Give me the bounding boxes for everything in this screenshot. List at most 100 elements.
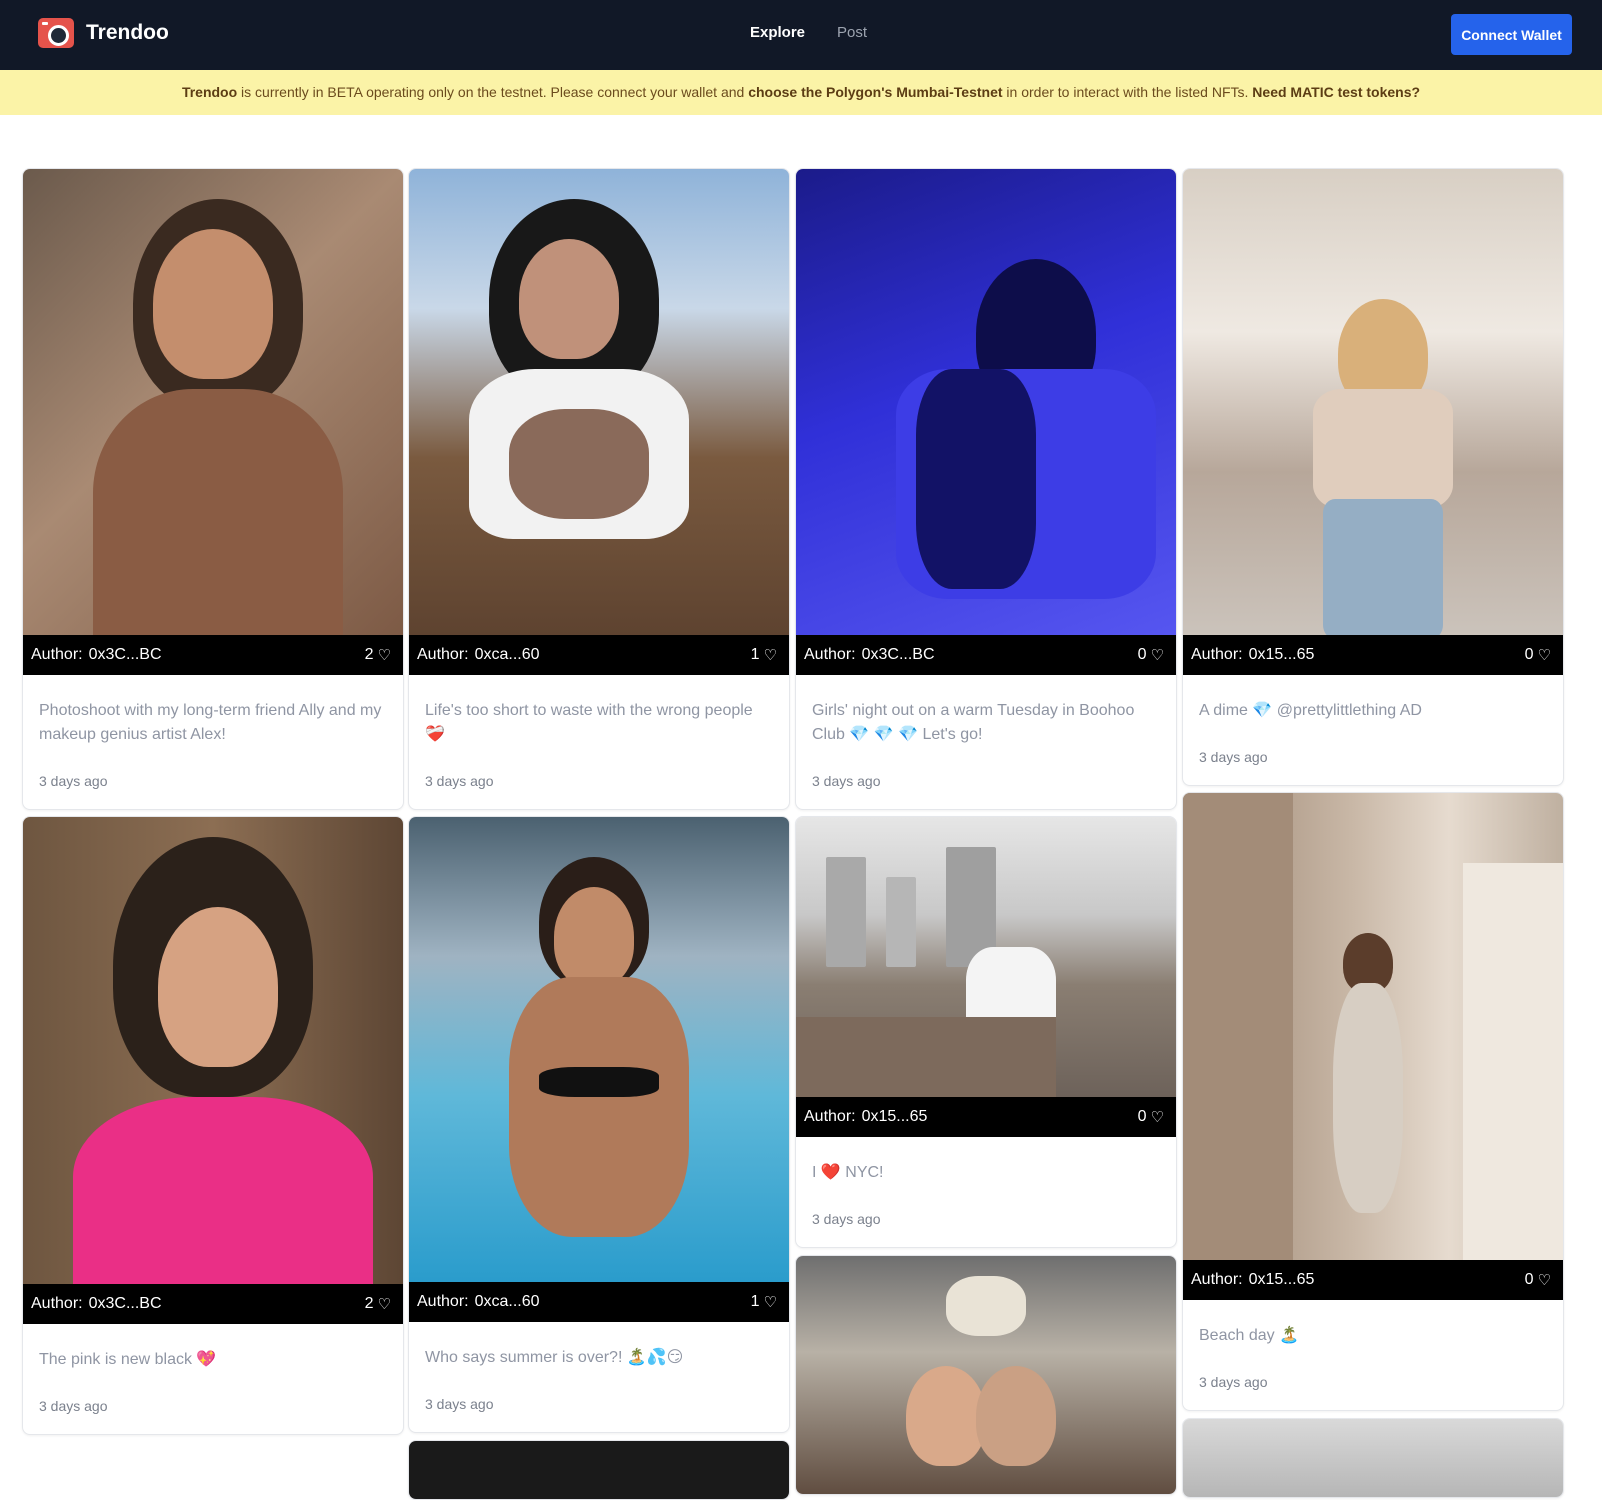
post-author[interactable]: Author: 0x15...65 bbox=[1191, 646, 1314, 664]
post-body: I ❤️ NYC! 3 days ago bbox=[796, 1137, 1176, 1247]
post-image[interactable] bbox=[23, 817, 403, 1284]
post-card[interactable]: Author: 0x3C...BC 2 ♡ Photoshoot with my l… bbox=[22, 168, 404, 810]
post-image[interactable] bbox=[23, 169, 403, 635]
like-button[interactable]: 0 ♡ bbox=[1138, 1108, 1164, 1126]
camera-logo-icon bbox=[38, 18, 74, 48]
post-card[interactable]: Author: 0x15...65 0 ♡ A dime 💎 @prettylitt… bbox=[1182, 168, 1564, 786]
post-card[interactable]: Author: 0xca...60 1 ♡ Life's too short to … bbox=[408, 168, 790, 810]
post-timestamp: 3 days ago bbox=[39, 773, 108, 789]
connect-wallet-button[interactable]: Connect Wallet bbox=[1451, 14, 1572, 55]
banner-text-1: is currently in BETA operating only on t… bbox=[237, 84, 749, 100]
like-count: 2 bbox=[364, 1295, 374, 1312]
nav-link-post[interactable]: Post bbox=[837, 24, 867, 41]
post-card[interactable] bbox=[408, 1440, 790, 1500]
brand[interactable]: Trendoo bbox=[38, 18, 169, 48]
author-label: Author: bbox=[1191, 646, 1243, 663]
post-image[interactable] bbox=[1183, 793, 1563, 1260]
author-address: 0x15...65 bbox=[1248, 646, 1315, 663]
post-body: The pink is new black 💖 3 days ago bbox=[23, 1324, 403, 1434]
post-body: Life's too short to waste with the wrong… bbox=[409, 675, 789, 809]
like-button[interactable]: 0 ♡ bbox=[1525, 646, 1551, 664]
like-button[interactable]: 2 ♡ bbox=[365, 1295, 391, 1313]
post-author[interactable]: Author: 0xca...60 bbox=[417, 646, 540, 664]
top-navbar: Trendoo Explore Post Connect Wallet bbox=[0, 0, 1602, 70]
matic-tokens-link[interactable]: Need MATIC test tokens? bbox=[1252, 84, 1420, 100]
brand-name: Trendoo bbox=[86, 21, 169, 44]
post-author[interactable]: Author: 0x3C...BC bbox=[31, 1295, 162, 1313]
like-button[interactable]: 0 ♡ bbox=[1525, 1271, 1551, 1289]
post-description: A dime 💎 @prettylittlething AD bbox=[1199, 702, 1422, 719]
post-meta-bar: Author: 0x15...65 0 ♡ bbox=[1183, 1260, 1563, 1300]
post-timestamp: 3 days ago bbox=[1199, 749, 1268, 765]
post-author[interactable]: Author: 0x15...65 bbox=[1191, 1271, 1314, 1289]
post-timestamp: 3 days ago bbox=[812, 1211, 881, 1227]
like-button[interactable]: 1 ♡ bbox=[751, 1293, 777, 1311]
post-body: A dime 💎 @prettylittlething AD 3 days ag… bbox=[1183, 675, 1563, 785]
post-image[interactable] bbox=[409, 817, 789, 1282]
banner-text-2: in order to interact with the listed NFT… bbox=[1002, 84, 1253, 100]
author-label: Author: bbox=[417, 646, 469, 663]
post-card[interactable]: Author: 0x15...65 0 ♡ Beach day 🏝️ 3 days … bbox=[1182, 792, 1564, 1411]
heart-icon: ♡ bbox=[763, 1294, 777, 1311]
post-meta-bar: Author: 0x3C...BC 2 ♡ bbox=[23, 1284, 403, 1324]
post-card[interactable]: Author: 0x15...65 0 ♡ I ❤️ NYC! 3 days ago bbox=[795, 816, 1177, 1248]
like-button[interactable]: 1 ♡ bbox=[751, 646, 777, 664]
like-count: 0 bbox=[1137, 646, 1147, 663]
post-card[interactable] bbox=[1182, 1418, 1564, 1498]
post-body: Girls' night out on a warm Tuesday in Bo… bbox=[796, 675, 1176, 809]
post-timestamp: 3 days ago bbox=[425, 1396, 494, 1412]
like-count: 1 bbox=[750, 646, 760, 663]
post-meta-bar: Author: 0x3C...BC 2 ♡ bbox=[23, 635, 403, 675]
author-label: Author: bbox=[804, 1108, 856, 1125]
author-label: Author: bbox=[417, 1293, 469, 1310]
nav-links: Explore Post bbox=[750, 24, 867, 41]
post-timestamp: 3 days ago bbox=[39, 1398, 108, 1414]
post-description: Photoshoot with my long-term friend Ally… bbox=[39, 702, 382, 743]
post-card[interactable]: Author: 0xca...60 1 ♡ Who says summer is o… bbox=[408, 816, 790, 1433]
heart-icon: ♡ bbox=[1150, 1109, 1164, 1126]
banner-network-instruction: choose the Polygon's Mumbai-Testnet bbox=[748, 84, 1003, 100]
post-author[interactable]: Author: 0x3C...BC bbox=[804, 646, 935, 664]
heart-icon: ♡ bbox=[1537, 647, 1551, 664]
post-meta-bar: Author: 0xca...60 1 ♡ bbox=[409, 1282, 789, 1322]
post-card[interactable] bbox=[795, 1255, 1177, 1495]
post-timestamp: 3 days ago bbox=[425, 773, 494, 789]
nav-link-explore[interactable]: Explore bbox=[750, 24, 805, 41]
author-address: 0x15...65 bbox=[1248, 1271, 1315, 1288]
post-description: The pink is new black 💖 bbox=[39, 1351, 217, 1368]
like-count: 0 bbox=[1524, 646, 1534, 663]
heart-icon: ♡ bbox=[1150, 647, 1164, 664]
post-image[interactable] bbox=[1183, 169, 1563, 635]
author-label: Author: bbox=[31, 1295, 83, 1312]
post-body: Beach day 🏝️ 3 days ago bbox=[1183, 1300, 1563, 1410]
post-image[interactable] bbox=[1183, 1419, 1563, 1497]
post-meta-bar: Author: 0xca...60 1 ♡ bbox=[409, 635, 789, 675]
heart-icon: ♡ bbox=[1537, 1272, 1551, 1289]
post-description: I ❤️ NYC! bbox=[812, 1164, 884, 1181]
like-button[interactable]: 2 ♡ bbox=[365, 646, 391, 664]
banner-brand: Trendoo bbox=[181, 84, 238, 100]
post-timestamp: 3 days ago bbox=[1199, 1374, 1268, 1390]
post-image[interactable] bbox=[796, 1256, 1176, 1494]
post-author[interactable]: Author: 0xca...60 bbox=[417, 1293, 540, 1311]
post-meta-bar: Author: 0x15...65 0 ♡ bbox=[1183, 635, 1563, 675]
like-button[interactable]: 0 ♡ bbox=[1138, 646, 1164, 664]
post-description: Girls' night out on a warm Tuesday in Bo… bbox=[812, 702, 1135, 743]
post-card[interactable]: Author: 0x3C...BC 0 ♡ Girls' night out on … bbox=[795, 168, 1177, 810]
post-timestamp: 3 days ago bbox=[812, 773, 881, 789]
post-meta-bar: Author: 0x15...65 0 ♡ bbox=[796, 1097, 1176, 1137]
author-address: 0x3C...BC bbox=[88, 646, 162, 663]
post-image[interactable] bbox=[409, 1441, 789, 1499]
post-image[interactable] bbox=[409, 169, 789, 635]
author-address: 0x3C...BC bbox=[88, 1295, 162, 1312]
post-image[interactable] bbox=[796, 169, 1176, 635]
post-card[interactable]: Author: 0x3C...BC 2 ♡ The pink is new blac… bbox=[22, 816, 404, 1435]
post-author[interactable]: Author: 0x15...65 bbox=[804, 1108, 927, 1126]
post-image[interactable] bbox=[796, 817, 1176, 1097]
post-body: Who says summer is over?! 🏝️💦😏 3 days ag… bbox=[409, 1322, 789, 1432]
author-label: Author: bbox=[1191, 1271, 1243, 1288]
post-description: Beach day 🏝️ bbox=[1199, 1327, 1299, 1344]
post-author[interactable]: Author: 0x3C...BC bbox=[31, 646, 162, 664]
author-address: 0xca...60 bbox=[474, 1293, 540, 1310]
author-address: 0xca...60 bbox=[474, 646, 540, 663]
